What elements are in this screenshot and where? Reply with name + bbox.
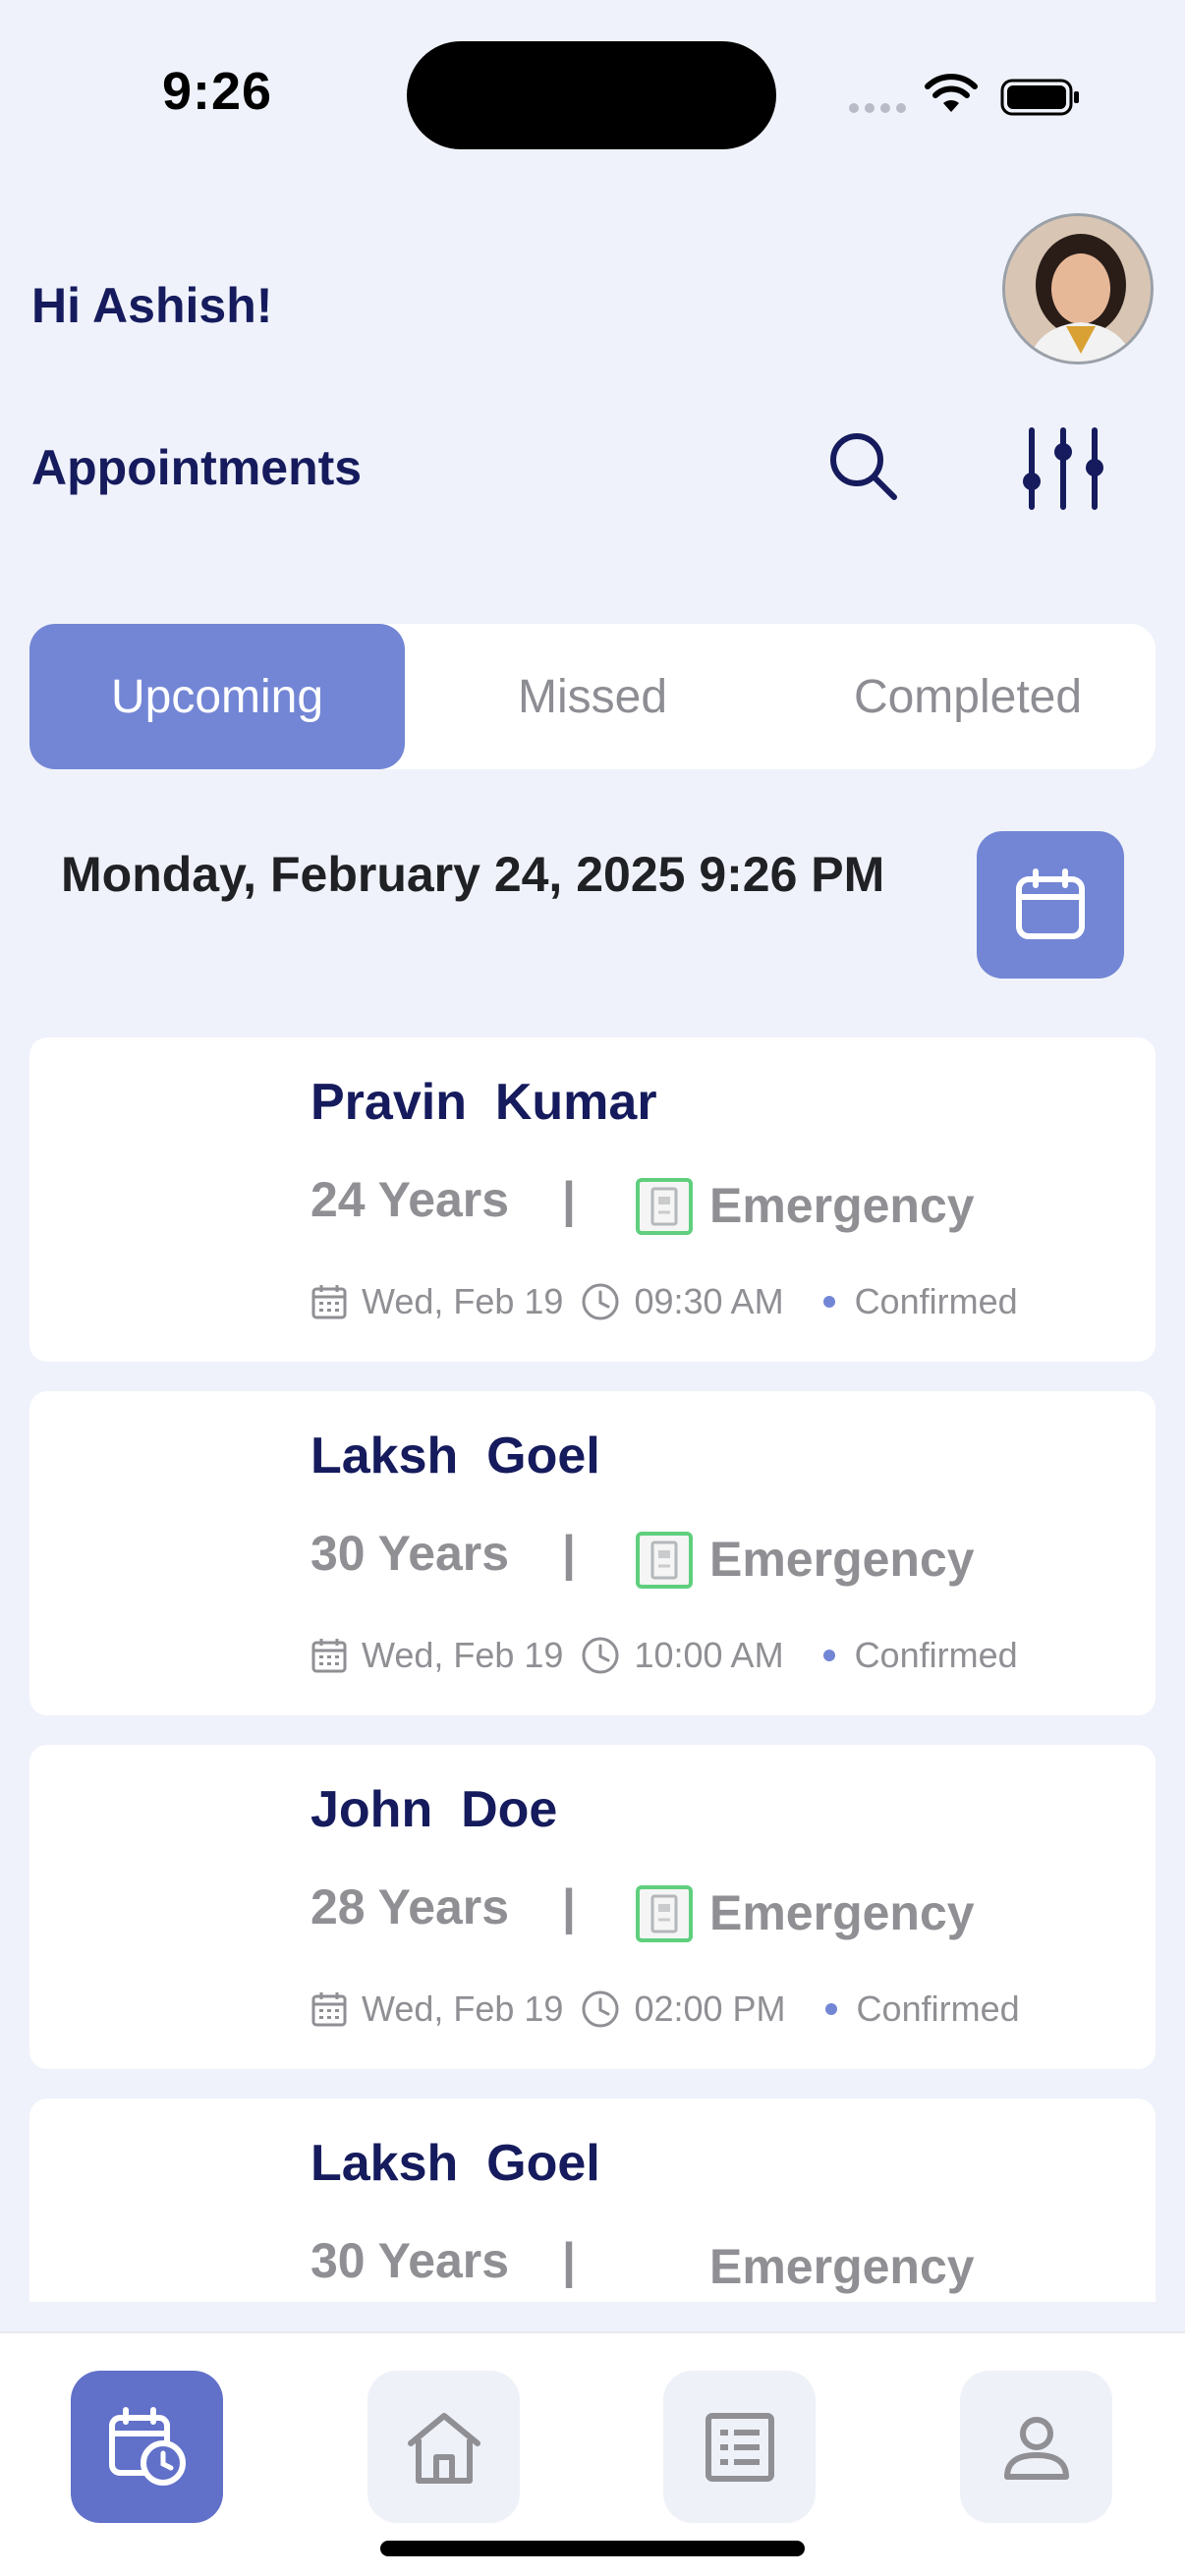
home-icon [407, 2412, 480, 2484]
avatar-photo [1005, 216, 1151, 362]
appointment-time: 10:00 AM [634, 1635, 784, 1675]
appointment-date: Wed, Feb 19 [362, 1988, 564, 2029]
wifi-icon [925, 74, 978, 112]
separator: | [562, 2233, 576, 2288]
patient-age: 30 Years [310, 1526, 510, 1581]
appointments-title: Appointments [31, 440, 363, 495]
tab-missed[interactable]: Missed [405, 624, 780, 769]
appointment-tabs: Upcoming Missed Completed [29, 624, 1156, 769]
emergency-icon [636, 1178, 693, 1235]
appointment-card[interactable]: Pravin Kumar 24 Years | Emergency Wed, F… [29, 1037, 1156, 1362]
patient-age: 30 Years [310, 2233, 510, 2288]
patient-name: John Doe [310, 1781, 558, 1838]
patient-age: 24 Years [310, 1172, 510, 1227]
nav-home[interactable] [367, 2371, 520, 2523]
appointment-time: 09:30 AM [634, 1281, 784, 1321]
separator: | [562, 1526, 576, 1581]
appointment-date: Wed, Feb 19 [362, 1635, 564, 1675]
calendar-icon [1016, 868, 1085, 939]
appointment-list: Pravin Kumar 24 Years | Emergency Wed, F… [29, 1037, 1156, 2302]
tab-completed[interactable]: Completed [780, 624, 1156, 769]
appointment-time: 02:00 PM [634, 1988, 786, 2029]
calendar-clock-icon [108, 2406, 186, 2486]
appointment-status: Confirmed [856, 1988, 1020, 2029]
tab-upcoming[interactable]: Upcoming [29, 624, 405, 769]
calendar-button[interactable] [977, 831, 1124, 979]
status-dot [822, 1296, 835, 1308]
patient-name: Laksh Goel [310, 2135, 600, 2192]
appointment-card[interactable]: John Doe 28 Years | Emergency Wed, Feb 1… [29, 1745, 1156, 2069]
appointment-type: Emergency [709, 1532, 975, 1587]
appointment-status: Confirmed [854, 1281, 1018, 1321]
patient-name: Laksh Goel [310, 1428, 600, 1484]
profile-icon [1003, 2416, 1069, 2480]
emergency-icon [636, 1532, 693, 1589]
clock-icon [582, 1283, 619, 1320]
separator: | [562, 1172, 576, 1227]
current-datetime: Monday, February 24, 2025 9:26 PM [61, 847, 885, 902]
appointment-type: Emergency [709, 1885, 975, 1940]
nav-list[interactable] [663, 2371, 816, 2523]
patient-age: 28 Years [310, 1879, 510, 1934]
calendar-small-icon [311, 1639, 347, 1673]
emergency-icon [636, 1885, 693, 1942]
appointment-card[interactable]: Laksh Goel 30 Years | Emergency [29, 2099, 1156, 2302]
dynamic-island [407, 41, 776, 149]
appointment-meta: Wed, Feb 19 10:00 AM Confirmed [310, 1635, 1018, 1676]
status-time: 9:26 [162, 62, 273, 121]
appointment-card[interactable]: Laksh Goel 30 Years | Emergency Wed, Feb… [29, 1391, 1156, 1715]
profile-avatar[interactable] [1002, 213, 1154, 364]
nav-profile[interactable] [960, 2371, 1112, 2523]
greeting: Hi Ashish! [31, 278, 273, 333]
filter-sliders-icon[interactable] [1017, 422, 1109, 515]
cellular-signal-icon [849, 103, 906, 113]
clock-icon [582, 1990, 619, 2028]
calendar-small-icon [311, 1992, 347, 2027]
appointment-meta: Wed, Feb 19 09:30 AM Confirmed [310, 1281, 1018, 1322]
appointment-type: Emergency [709, 2239, 975, 2294]
home-indicator [380, 2541, 805, 2556]
appointment-type: Emergency [709, 1178, 975, 1233]
nav-appointments[interactable] [71, 2371, 223, 2523]
list-icon [705, 2412, 774, 2482]
calendar-small-icon [311, 1285, 347, 1319]
search-icon[interactable] [823, 426, 902, 505]
separator: | [562, 1879, 576, 1934]
appointment-status: Confirmed [854, 1635, 1018, 1675]
status-dot [824, 2003, 837, 2015]
appointment-meta: Wed, Feb 19 02:00 PM Confirmed [310, 1988, 1020, 2030]
status-dot [822, 1650, 835, 1661]
patient-name: Pravin Kumar [310, 1074, 657, 1131]
battery-icon [1000, 79, 1079, 116]
clock-icon [582, 1637, 619, 1674]
appointment-date: Wed, Feb 19 [362, 1281, 564, 1321]
